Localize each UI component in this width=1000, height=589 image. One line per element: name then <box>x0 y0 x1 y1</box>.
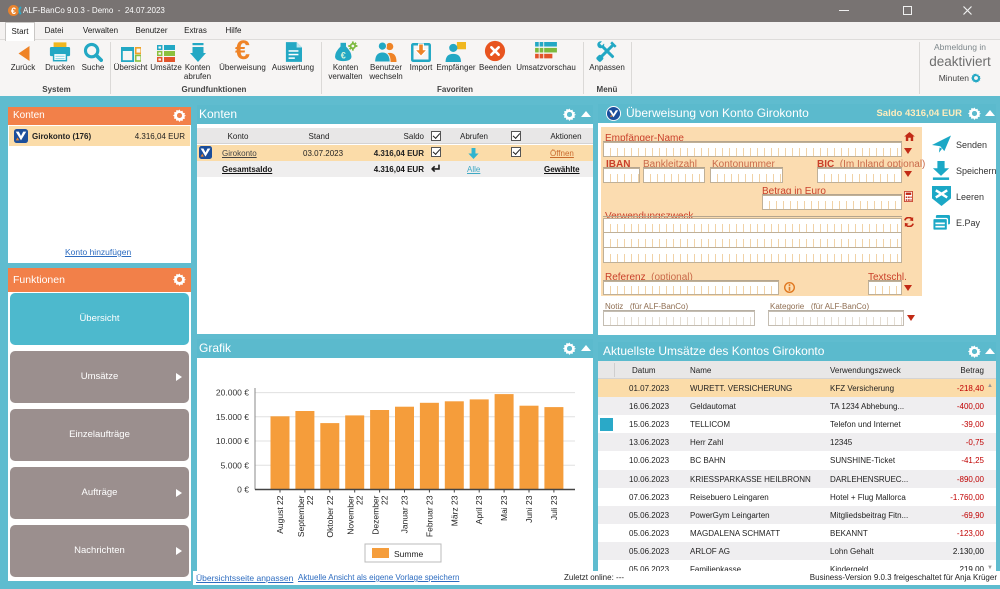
svg-text:10.000 €: 10.000 € <box>216 436 249 446</box>
svg-text:22: 22 <box>380 495 390 505</box>
svg-text:Summe: Summe <box>394 549 424 559</box>
svg-text:15.000 €: 15.000 € <box>216 412 249 422</box>
svg-text:August 22: August 22 <box>275 495 285 534</box>
svg-text:Februar 23: Februar 23 <box>424 495 434 537</box>
svg-text:22: 22 <box>355 495 365 505</box>
svg-text:Mai 23: Mai 23 <box>499 495 509 521</box>
svg-text:April 23: April 23 <box>474 495 484 524</box>
svg-text:22: 22 <box>305 495 315 505</box>
svg-text:Juni 23: Juni 23 <box>524 495 534 523</box>
svg-text:März 23: März 23 <box>449 495 459 526</box>
svg-text:0 €: 0 € <box>237 485 249 495</box>
svg-text:Juli 23: Juli 23 <box>549 495 559 520</box>
svg-text:Oktober 22: Oktober 22 <box>325 495 335 537</box>
svg-text:€: € <box>11 6 16 16</box>
svg-text:Januar 23: Januar 23 <box>400 495 410 533</box>
svg-text:5.000 €: 5.000 € <box>221 460 250 470</box>
svg-text:€: € <box>340 50 345 60</box>
svg-text:20.000 €: 20.000 € <box>216 388 249 398</box>
